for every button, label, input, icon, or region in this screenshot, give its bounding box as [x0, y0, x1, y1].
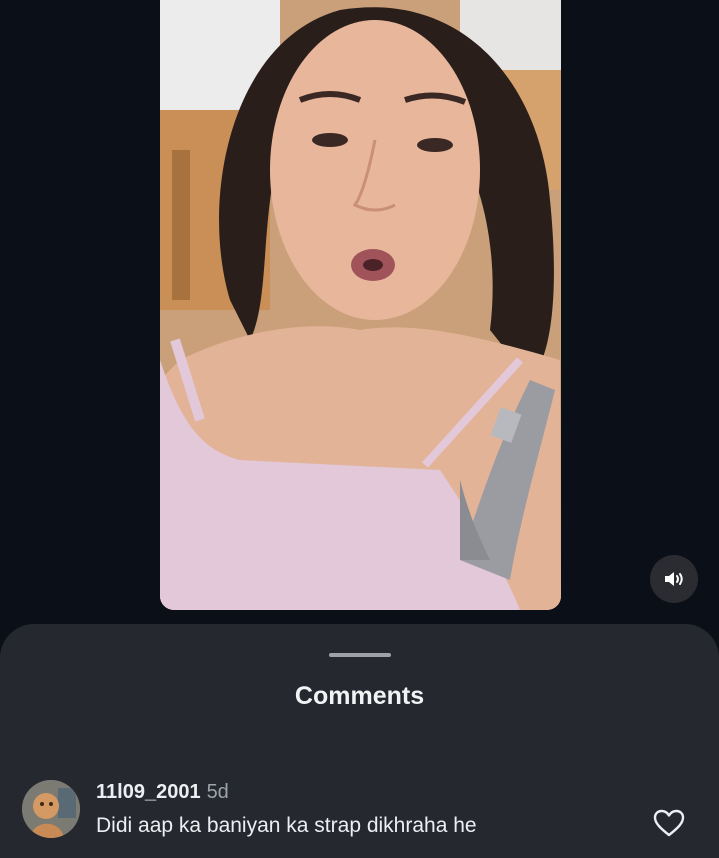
comment-header: 11l09_2001 5d [96, 781, 229, 804]
avatar-photo [22, 780, 80, 838]
comment-username[interactable]: 11l09_2001 [96, 781, 201, 803]
comment-timestamp: 5d [206, 781, 229, 803]
sheet-drag-handle[interactable] [329, 653, 391, 657]
speaker-icon [665, 572, 683, 586]
video-frame [160, 0, 561, 610]
sound-toggle-button[interactable] [650, 555, 698, 603]
comments-title: Comments [294, 682, 425, 710]
heart-outline-icon [653, 809, 685, 837]
avatar[interactable] [22, 780, 80, 838]
comment-text: Didi aap ka baniyan ka strap dikhraha he [96, 814, 477, 837]
video-player[interactable] [160, 0, 561, 610]
comments-sheet: Comments 11l09_2001 5d Didi aap ka baniya… [0, 624, 719, 858]
reel-viewer-screen: Comments 11l09_2001 5d Didi aap ka baniya… [0, 0, 719, 858]
comment-item[interactable]: 11l09_2001 5d Didi aap ka baniyan ka stra… [22, 780, 697, 844]
like-comment-button[interactable] [653, 808, 685, 838]
